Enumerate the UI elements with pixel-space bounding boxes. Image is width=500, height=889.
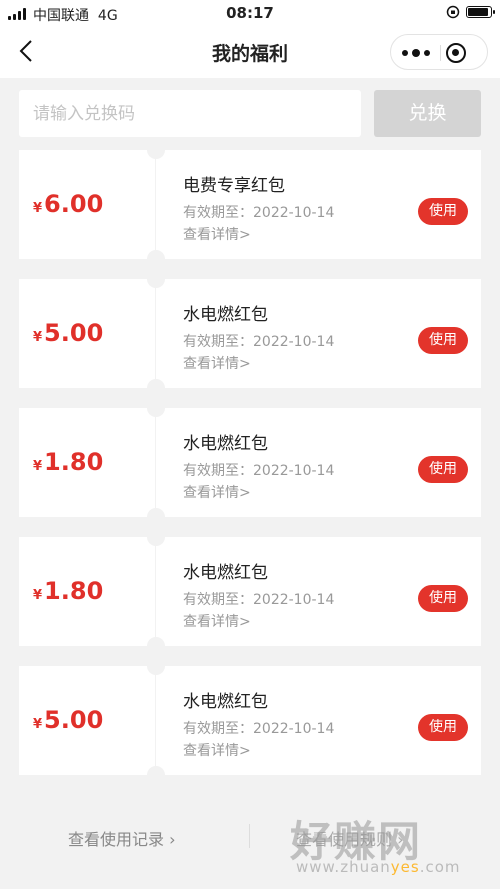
coupon-amount: ¥5.00 <box>33 706 104 734</box>
coupon-card: ¥6.00 电费专享红包 有效期至：2022-10-14 查看详情> 使用 <box>19 141 481 268</box>
battery-icon <box>466 6 495 18</box>
coupon-name: 水电燃红包 <box>183 563 268 583</box>
use-button[interactable]: 使用 <box>418 585 468 612</box>
use-button[interactable]: 使用 <box>418 456 468 483</box>
coupon-amount: ¥1.80 <box>33 577 104 605</box>
coupon-expiry: 有效期至：2022-10-14 <box>183 721 335 737</box>
redeem-button[interactable]: 兑换 <box>374 90 481 137</box>
coupon-name: 水电燃红包 <box>183 692 268 712</box>
target-close-icon[interactable] <box>446 43 466 63</box>
use-button[interactable]: 使用 <box>418 327 468 354</box>
coupon-detail-link[interactable]: 查看详情> <box>183 740 251 760</box>
coupon-detail-link[interactable]: 查看详情> <box>183 611 251 631</box>
coupon-detail-link[interactable]: 查看详情> <box>183 482 251 502</box>
coupon-expiry: 有效期至：2022-10-14 <box>183 592 335 608</box>
coupon-amount: ¥6.00 <box>33 190 104 218</box>
use-button[interactable]: 使用 <box>418 714 468 741</box>
coupon-card: ¥5.00 水电燃红包 有效期至：2022-10-14 查看详情> 使用 <box>19 270 481 397</box>
status-bar: 中国联通 4G 08:17 <box>0 0 500 26</box>
coupon-amount: ¥5.00 <box>33 319 104 347</box>
capsule-divider <box>440 45 441 61</box>
more-dots-icon[interactable] <box>391 35 440 71</box>
coupon-amount: ¥1.80 <box>33 448 104 476</box>
use-button[interactable]: 使用 <box>418 198 468 225</box>
coupon-name: 电费专享红包 <box>183 176 285 196</box>
coupon-card: ¥1.80 水电燃红包 有效期至：2022-10-14 查看详情> 使用 <box>19 399 481 526</box>
nav-bar: 我的福利 <box>0 26 500 78</box>
coupon-expiry: 有效期至：2022-10-14 <box>183 463 335 479</box>
coupon-expiry: 有效期至：2022-10-14 <box>183 205 335 221</box>
coupon-detail-link[interactable]: 查看详情> <box>183 353 251 373</box>
coupon-detail-link[interactable]: 查看详情> <box>183 224 251 244</box>
coupon-expiry: 有效期至：2022-10-14 <box>183 334 335 350</box>
coupon-card: ¥5.00 水电燃红包 有效期至：2022-10-14 查看详情> 使用 <box>19 657 481 784</box>
redeem-code-input[interactable] <box>19 90 361 137</box>
coupon-card: ¥1.80 水电燃红包 有效期至：2022-10-14 查看详情> 使用 <box>19 528 481 655</box>
status-time: 08:17 <box>226 4 274 22</box>
coupon-name: 水电燃红包 <box>183 305 268 325</box>
watermark-logo: 好赚网 www.zhuanyes.com <box>290 817 461 876</box>
orientation-lock-icon <box>446 5 460 19</box>
usage-history-link[interactable]: 查看使用记录 › <box>68 826 176 850</box>
mini-program-capsule <box>390 34 488 70</box>
coupon-name: 水电燃红包 <box>183 434 268 454</box>
footer-divider <box>249 824 250 848</box>
